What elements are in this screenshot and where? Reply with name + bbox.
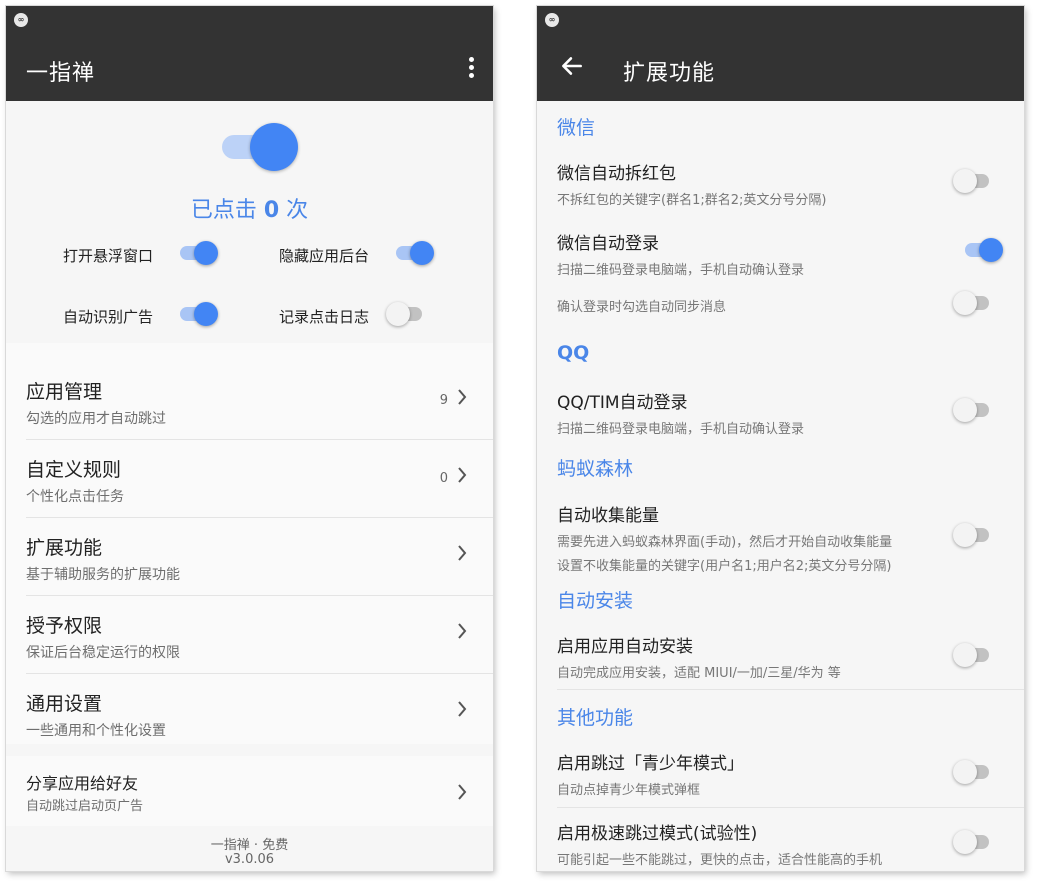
menu-subtitle: 一些通用和个性化设置 — [26, 723, 166, 739]
menu-custom-rules[interactable]: 自定义规则 个性化点击任务 0 — [6, 439, 493, 517]
wechat-sync-messages-toggle[interactable] — [953, 291, 993, 315]
menu-extensions[interactable]: 扩展功能 基于辅助服务的扩展功能 — [6, 517, 493, 595]
qq-auto-login-toggle[interactable] — [953, 398, 993, 422]
option-detect-ads-label: 自动识别广告 — [63, 308, 154, 326]
notification-icon: ∞ — [545, 13, 559, 27]
setting-subtitle: 扫描二维码登录电脑端，手机自动确认登录 — [557, 422, 805, 437]
ant-forest-energy-toggle[interactable] — [953, 523, 993, 547]
menu-subtitle: 基于辅助服务的扩展功能 — [26, 567, 180, 583]
option-detect-ads-toggle[interactable] — [178, 302, 218, 326]
more-vert-icon[interactable] — [469, 57, 475, 81]
menu-title: 应用管理 — [26, 381, 103, 403]
setting-title: 启用应用自动安装 — [557, 637, 693, 657]
menu-title: 通用设置 — [26, 693, 103, 715]
divider — [557, 689, 1024, 690]
setting-subtitle-2: 设置不收集能量的关键字(用户名1;用户名2;英文分号分隔) — [557, 559, 892, 574]
app-bar: ∞ 扩展功能 — [537, 6, 1024, 101]
chevron-right-icon — [458, 545, 467, 561]
section-auto-install: 自动安装 — [557, 590, 634, 612]
chevron-right-icon — [458, 701, 467, 717]
option-float-window-toggle[interactable] — [178, 241, 218, 265]
menu-card: 应用管理 勾选的应用才自动跳过 9 自定义规则 个性化点击任务 0 扩展功能 基… — [6, 343, 493, 744]
menu-title: 授予权限 — [26, 615, 103, 637]
wechat-auto-login-toggle[interactable] — [963, 238, 1003, 262]
extensions-screen: ∞ 扩展功能 微信 微信自动拆红包 不拆红包的关键字(群名1;群名2;英文分号分… — [537, 6, 1024, 871]
setting-subtitle: 确认登录时勾选自动同步消息 — [557, 300, 727, 315]
setting-title: 微信自动登录 — [557, 234, 659, 254]
setting-subtitle: 自动完成应用安装，适配 MIUI/一加/三星/华为 等 — [557, 666, 841, 681]
menu-title: 自定义规则 — [26, 459, 122, 481]
share-subtitle: 自动跳过启动页广告 — [26, 799, 144, 814]
setting-title: 自动收集能量 — [557, 506, 659, 526]
section-qq: QQ — [557, 342, 590, 364]
click-count-value: 0 — [263, 198, 280, 223]
notification-icon: ∞ — [14, 13, 28, 27]
option-float-window-label: 打开悬浮窗口 — [63, 247, 154, 265]
click-count-text: 已点击 0 次 — [6, 192, 493, 224]
app-bar: ∞ 一指禅 — [6, 6, 493, 101]
setting-subtitle: 不拆红包的关键字(群名1;群名2;英文分号分隔) — [557, 193, 827, 208]
option-hide-background-toggle[interactable] — [394, 241, 434, 265]
menu-permissions[interactable]: 授予权限 保证后台稳定运行的权限 — [6, 595, 493, 673]
auto-install-toggle[interactable] — [953, 643, 993, 667]
chevron-right-icon — [458, 623, 467, 639]
chevron-right-icon — [458, 389, 467, 405]
arrow-back-icon[interactable] — [559, 53, 585, 79]
setting-subtitle: 扫描二维码登录电脑端，手机自动确认登录 — [557, 263, 805, 278]
click-count-prefix: 已点击 — [190, 198, 257, 223]
menu-title: 扩展功能 — [26, 537, 103, 559]
setting-subtitle: 自动点掉青少年模式弹框 — [557, 783, 701, 798]
option-hide-background-label: 隐藏应用后台 — [279, 247, 370, 265]
menu-count: 9 — [439, 393, 448, 408]
app-title: 一指禅 — [26, 61, 96, 86]
setting-title: 微信自动拆红包 — [557, 164, 676, 184]
menu-app-management[interactable]: 应用管理 勾选的应用才自动跳过 9 — [6, 361, 493, 439]
screen-title: 扩展功能 — [623, 61, 716, 86]
skip-teen-mode-toggle[interactable] — [953, 760, 993, 784]
section-other: 其他功能 — [557, 707, 634, 729]
footer-app-name: 一指禅 · 免费 — [210, 838, 289, 853]
menu-subtitle: 个性化点击任务 — [26, 489, 124, 505]
share-title: 分享应用给好友 — [26, 774, 139, 793]
section-wechat: 微信 — [557, 117, 596, 139]
setting-title: QQ/TIM自动登录 — [557, 393, 688, 413]
option-click-log-label: 记录点击日志 — [279, 308, 370, 326]
wechat-red-packet-toggle[interactable] — [953, 169, 993, 193]
fast-skip-mode-toggle[interactable] — [953, 830, 993, 854]
master-toggle[interactable] — [220, 122, 300, 172]
setting-subtitle: 可能引起一些不能跳过，更快的点击，适合性能高的手机 — [557, 853, 883, 868]
option-click-log-toggle[interactable] — [386, 302, 426, 326]
setting-title: 启用跳过「青少年模式」 — [557, 754, 744, 774]
menu-count: 0 — [439, 471, 448, 486]
main-screen: ∞ 一指禅 已点击 0 次 打开悬浮窗口 隐藏应用后台 自动识别广告 记录点击日… — [6, 6, 493, 871]
menu-subtitle: 勾选的应用才自动跳过 — [26, 411, 166, 427]
setting-subtitle: 需要先进入蚂蚁森林界面(手动)，然后才开始自动收集能量 — [557, 535, 893, 550]
section-ant-forest: 蚂蚁森林 — [557, 458, 634, 480]
menu-general-settings[interactable]: 通用设置 一些通用和个性化设置 — [6, 673, 493, 751]
setting-title: 启用极速跳过模式(试验性) — [557, 824, 758, 844]
menu-subtitle: 保证后台稳定运行的权限 — [26, 645, 180, 661]
divider — [557, 807, 1024, 808]
chevron-right-icon — [458, 467, 467, 483]
footer-version: v3.0.06 — [224, 852, 275, 867]
chevron-right-icon — [458, 784, 467, 800]
click-count-suffix: 次 — [286, 198, 309, 223]
